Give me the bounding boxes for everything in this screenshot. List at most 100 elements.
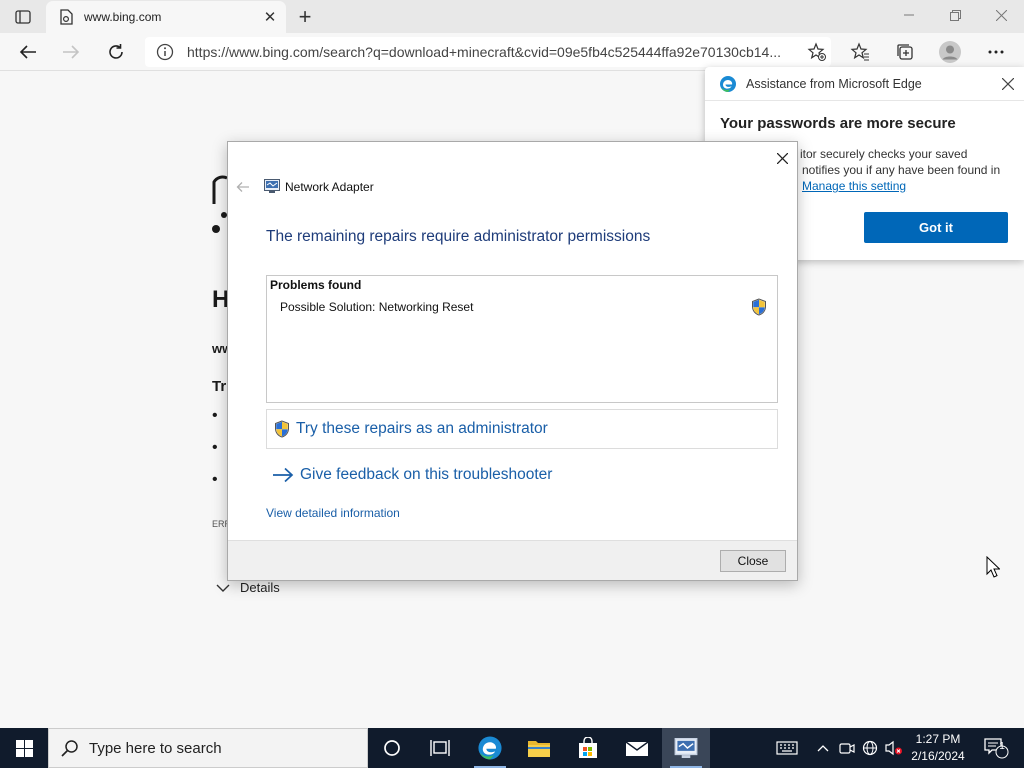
system-clock[interactable]: 1:27 PM 2/16/2024 <box>906 731 970 765</box>
network-adapter-icon <box>674 738 698 758</box>
show-hidden-icons-button[interactable] <box>812 728 834 768</box>
meet-now-indicator[interactable] <box>836 728 858 768</box>
browser-toolbar: https://www.bing.com/search?q=download+m… <box>0 33 1024 71</box>
bullet-dot: • <box>212 407 218 424</box>
dialog-heading: The remaining repairs require administra… <box>266 228 651 245</box>
details-toggle[interactable]: Details <box>216 580 280 595</box>
back-arrow-icon <box>19 45 36 59</box>
error-try-fragment: Tr <box>212 378 227 395</box>
collections-icon <box>897 44 913 60</box>
clock-time: 1:27 PM <box>915 732 961 746</box>
taskbar-troubleshooter[interactable] <box>662 728 710 768</box>
globe-network-icon <box>862 740 878 756</box>
back-button[interactable] <box>13 37 43 67</box>
tab-close-icon[interactable]: ✕ <box>258 5 282 29</box>
taskbar-search-box[interactable]: Type here to search <box>48 728 368 768</box>
edge-logo-icon <box>478 736 502 760</box>
try-repairs-label: Try these repairs as an administrator <box>296 420 548 437</box>
minimize-button[interactable] <box>886 0 932 30</box>
chevron-down-icon <box>216 584 230 592</box>
settings-more-button[interactable] <box>981 37 1011 67</box>
give-feedback-link[interactable]: Give feedback on this troubleshooter <box>272 466 552 484</box>
manage-setting-link[interactable]: Manage this setting <box>802 179 906 193</box>
dialog-footer: Close <box>228 540 797 580</box>
dialog-back-button[interactable] <box>234 178 252 196</box>
troubleshooter-dialog: Network Adapter The remaining repairs re… <box>227 141 798 581</box>
taskbar-store[interactable] <box>564 728 612 768</box>
minimize-icon <box>904 14 914 16</box>
taskbar-file-explorer[interactable] <box>515 728 563 768</box>
dialog-title: Network Adapter <box>285 180 374 194</box>
start-button[interactable] <box>0 728 48 768</box>
camera-icon <box>839 743 855 754</box>
favorites-icon <box>850 42 869 61</box>
problem-item: Possible Solution: Networking Reset <box>280 300 474 314</box>
task-view-button[interactable] <box>416 728 464 768</box>
profile-button[interactable] <box>935 37 965 67</box>
dialog-close-icon[interactable] <box>770 146 794 170</box>
assistance-headline: Your passwords are more secure <box>720 115 956 132</box>
add-favorite-icon[interactable] <box>803 38 831 66</box>
forward-arrow-icon <box>63 45 80 59</box>
keyboard-icon <box>776 741 798 755</box>
search-icon <box>61 740 78 757</box>
windows-logo-icon <box>15 739 33 757</box>
cortana-button[interactable] <box>368 728 416 768</box>
close-icon[interactable] <box>998 74 1018 94</box>
forward-button[interactable] <box>56 37 86 67</box>
assistance-header: Assistance from Microsoft Edge <box>705 67 1024 101</box>
network-adapter-icon <box>264 179 280 193</box>
bullet-dot: • <box>212 439 218 456</box>
tab-title: www.bing.com <box>84 10 162 24</box>
view-detailed-info-link[interactable]: View detailed information <box>266 506 400 520</box>
task-view-icon <box>430 740 450 756</box>
assistance-title: Assistance from Microsoft Edge <box>746 76 922 91</box>
taskbar-edge[interactable] <box>466 728 514 768</box>
arrow-right-icon <box>273 467 294 483</box>
site-info-icon[interactable] <box>155 42 175 62</box>
clock-date: 2/16/2024 <box>911 749 965 763</box>
address-bar[interactable]: https://www.bing.com/search?q=download+m… <box>145 37 831 67</box>
bullet-dot: • <box>212 471 218 488</box>
taskbar: Type here to search 1:27 PM 2/16/2024 1 <box>0 728 1024 768</box>
page-favicon-icon <box>58 9 74 25</box>
collections-button[interactable] <box>890 37 920 67</box>
volume-muted-icon <box>885 740 902 756</box>
restore-icon <box>949 9 961 21</box>
tab-bing[interactable]: www.bing.com ✕ <box>46 1 286 33</box>
action-center-button[interactable]: 1 <box>978 728 1014 768</box>
network-status-indicator[interactable] <box>859 728 881 768</box>
tab-strip: www.bing.com ✕ + <box>0 0 1024 33</box>
folder-icon <box>528 741 550 757</box>
volume-indicator[interactable] <box>883 728 905 768</box>
refresh-button[interactable] <box>101 37 131 67</box>
refresh-icon <box>109 44 123 59</box>
restore-button[interactable] <box>932 0 978 30</box>
keyboard-input-indicator[interactable] <box>772 728 802 768</box>
tab-actions-button[interactable] <box>10 7 36 27</box>
taskbar-mail[interactable] <box>613 728 661 768</box>
close-window-button[interactable] <box>978 0 1024 30</box>
close-icon <box>995 9 1007 21</box>
search-placeholder: Type here to search <box>89 739 222 757</box>
mail-envelope-icon <box>625 741 649 756</box>
admin-shield-icon <box>275 420 289 438</box>
store-bag-icon <box>579 737 597 758</box>
problems-title: Problems found <box>270 278 362 292</box>
close-button[interactable]: Close <box>720 550 786 572</box>
back-arrow-icon <box>236 182 249 192</box>
got-it-button[interactable]: Got it <box>864 212 1008 243</box>
edge-logo-icon <box>720 75 736 92</box>
admin-shield-icon <box>752 298 766 316</box>
details-label: Details <box>240 580 280 595</box>
cortana-circle-icon <box>384 740 400 756</box>
give-feedback-label: Give feedback on this troubleshooter <box>300 466 553 483</box>
url-text[interactable]: https://www.bing.com/search?q=download+m… <box>187 44 803 60</box>
new-tab-button[interactable]: + <box>292 4 318 29</box>
favorites-button[interactable] <box>845 37 875 67</box>
notification-count: 1 <box>999 741 1005 752</box>
window-controls <box>886 0 1024 30</box>
chevron-up-icon <box>817 745 829 752</box>
profile-avatar-icon <box>939 41 961 63</box>
try-repairs-admin-button[interactable]: Try these repairs as an administrator <box>266 409 778 449</box>
